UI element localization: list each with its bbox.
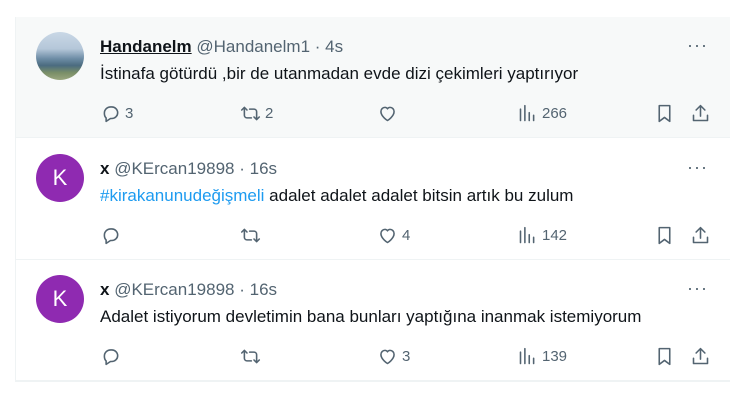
more-options-button[interactable]: ··· [687, 157, 708, 178]
retweet-button[interactable] [240, 223, 265, 247]
like-button[interactable] [377, 101, 402, 125]
heart-icon [380, 349, 395, 364]
like-button[interactable]: 4 [377, 223, 410, 247]
tweet-text-content: İstinafa götürdü ,bir de utanmadan evde … [100, 64, 579, 83]
reply-button[interactable] [100, 223, 125, 247]
retweet-icon [240, 349, 261, 363]
bookmark-icon [658, 104, 671, 122]
heart-icon [380, 228, 395, 243]
retweet-button[interactable] [240, 344, 265, 368]
tweet-header: x @KErcan19898 · 16s [100, 280, 277, 300]
tweet-feed: Handanelm @Handanelm1 · 4s ··· İstinafa … [15, 17, 730, 382]
share-button[interactable] [690, 344, 711, 368]
avatar[interactable]: K [36, 154, 84, 202]
reply-button[interactable] [100, 344, 125, 368]
display-name[interactable]: x [100, 159, 109, 178]
heart-icon [380, 106, 395, 121]
retweet-button[interactable]: 2 [240, 101, 273, 125]
tweet-text: Adalet istiyorum devletimin bana bunları… [100, 307, 641, 327]
more-options-button[interactable]: ··· [687, 35, 708, 56]
tweet-text-content: adalet adalet adalet bitsin artık bu zul… [264, 186, 574, 205]
username[interactable]: @KErcan19898 [114, 159, 234, 178]
tweet[interactable]: K x @KErcan19898 · 16s ··· #kirakanunude… [16, 139, 730, 260]
separator: · [239, 159, 245, 178]
share-button[interactable] [690, 101, 711, 125]
views-count: 266 [542, 104, 568, 122]
more-options-button[interactable]: ··· [687, 278, 708, 299]
tweet[interactable]: K x @KErcan19898 · 16s ··· Adalet istiyo… [16, 260, 730, 381]
views-count: 139 [542, 347, 568, 365]
timestamp[interactable]: 16s [250, 280, 277, 299]
like-count: 4 [402, 226, 411, 244]
display-name[interactable]: Handanelm [100, 37, 192, 56]
views-button[interactable]: 139 [517, 344, 567, 368]
retweet-count: 2 [265, 104, 274, 122]
tweet-text-content: Adalet istiyorum devletimin bana bunları… [100, 307, 642, 326]
views-count: 142 [542, 226, 568, 244]
views-icon [519, 104, 535, 121]
like-button[interactable]: 3 [377, 344, 410, 368]
avatar[interactable] [36, 32, 84, 80]
share-icon [692, 104, 709, 121]
tweet-actions: 4 142 [100, 223, 710, 247]
retweet-icon [240, 228, 261, 242]
timestamp[interactable]: 4s [325, 37, 343, 56]
reply-count: 3 [125, 104, 134, 122]
share-icon [692, 226, 709, 243]
tweet-header: x @KErcan19898 · 16s [100, 159, 277, 179]
separator: · [314, 37, 321, 56]
tweet-text: İstinafa götürdü ,bir de utanmadan evde … [100, 64, 578, 84]
views-button[interactable]: 266 [517, 101, 567, 125]
tweet-actions: 3 2 266 [100, 101, 710, 125]
share-button[interactable] [690, 223, 711, 247]
avatar[interactable]: K [36, 275, 84, 323]
like-count: 3 [402, 347, 411, 365]
tweet[interactable]: Handanelm @Handanelm1 · 4s ··· İstinafa … [16, 17, 730, 138]
views-button[interactable]: 142 [517, 223, 567, 247]
username[interactable]: @Handanelm1 [196, 37, 310, 56]
reply-icon [103, 105, 119, 122]
timestamp[interactable]: 16s [250, 159, 277, 178]
reply-icon [103, 227, 119, 244]
reply-button[interactable]: 3 [100, 101, 133, 125]
bookmark-icon [658, 347, 671, 365]
views-icon [519, 226, 535, 243]
bookmark-icon [658, 226, 671, 244]
hashtag-link[interactable]: #kirakanunudeğişmeli [100, 186, 264, 205]
reply-icon [103, 348, 119, 365]
retweet-icon [240, 106, 261, 120]
display-name[interactable]: x [100, 280, 109, 299]
tweet-header: Handanelm @Handanelm1 · 4s [100, 37, 343, 57]
username[interactable]: @KErcan19898 [114, 280, 234, 299]
views-icon [519, 347, 535, 364]
bookmark-button[interactable] [654, 344, 675, 368]
share-icon [692, 347, 709, 364]
bookmark-button[interactable] [654, 101, 675, 125]
tweet-actions: 3 139 [100, 344, 710, 368]
tweet-text: #kirakanunudeğişmeli adalet adalet adale… [100, 186, 573, 206]
bookmark-button[interactable] [654, 223, 675, 247]
separator: · [239, 280, 245, 299]
